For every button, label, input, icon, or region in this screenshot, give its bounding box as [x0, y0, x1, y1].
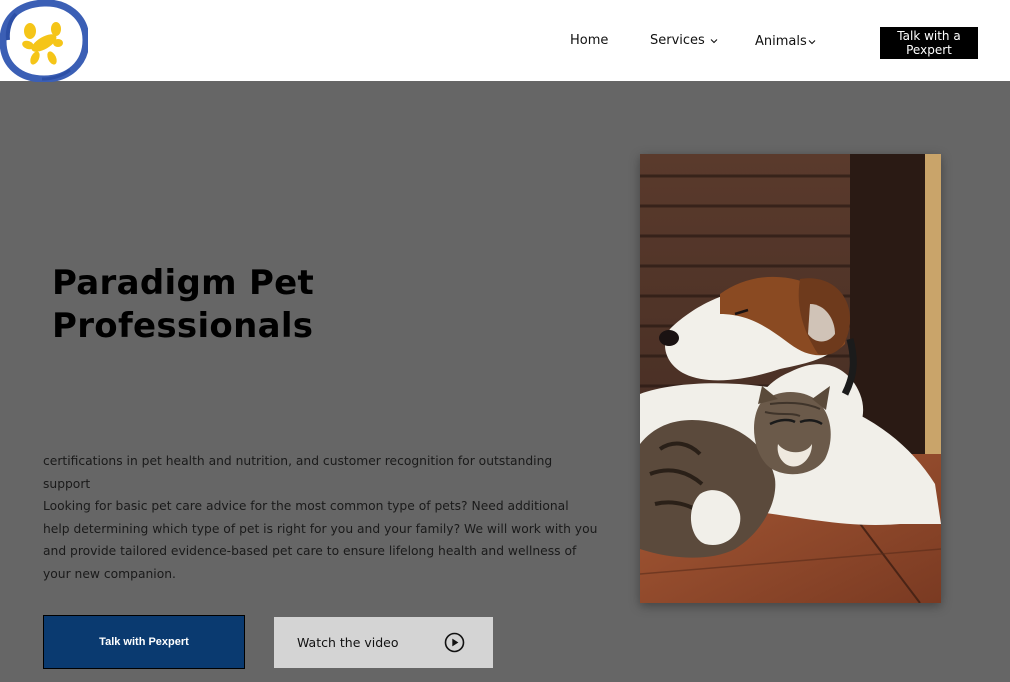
talk-with-pexpert-button[interactable]: Talk with Pexpert [43, 615, 245, 669]
chevron-down-icon [710, 38, 718, 43]
nav-home-label: Home [570, 33, 609, 48]
site-header: Home Services Animals Talk with a Pexper… [0, 0, 1010, 83]
title-line-2: Professionals [52, 306, 314, 346]
watch-video-label: Watch the video [297, 635, 399, 650]
play-circle-icon [444, 632, 465, 653]
cta-line1: Talk with a [897, 29, 961, 43]
chevron-down-icon [808, 39, 816, 44]
nav-home-link[interactable]: Home [570, 33, 608, 48]
nav-services-label: Services [650, 33, 705, 48]
watch-video-button[interactable]: Watch the video [274, 617, 493, 668]
nav-services-menu[interactable]: Services [650, 33, 718, 48]
hero-paragraph-1: certifications in pet health and nutriti… [43, 454, 553, 491]
balloon-dog-logo-icon[interactable] [0, 0, 90, 83]
dog-and-cat-photo [640, 154, 941, 603]
cta-line2: Pexpert [906, 43, 952, 57]
nav-animals-menu[interactable]: Animals [755, 34, 816, 49]
talk-with-pexpert-header-button[interactable]: Talk with a Pexpert [880, 27, 978, 59]
nav-animals-label: Animals [755, 34, 807, 49]
hero-description: certifications in pet health and nutriti… [43, 450, 598, 586]
title-line-1: Paradigm Pet [52, 263, 315, 303]
page-title: Paradigm Pet Professionals [52, 262, 314, 348]
hero-paragraph-2: Looking for basic pet care advice for th… [43, 499, 598, 581]
